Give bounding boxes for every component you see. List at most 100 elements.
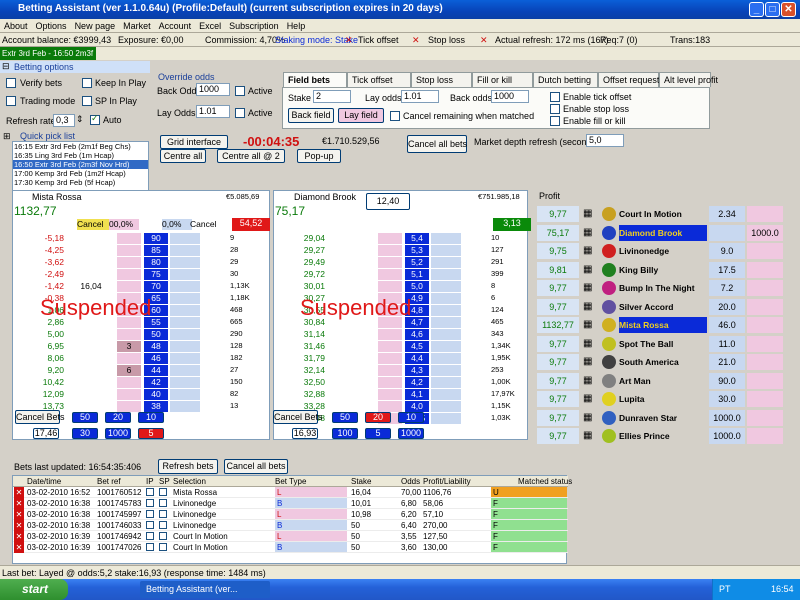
cancel-all-bets-button[interactable]: Cancel all bets <box>224 459 288 474</box>
close-icon[interactable]: ✕ <box>345 35 353 46</box>
ladder-cancel-lay[interactable]: Cancel <box>190 219 230 230</box>
quick-stake-left[interactable]: 5 <box>138 428 164 439</box>
ladder-lay-cell[interactable] <box>378 365 402 376</box>
cancel-bets-left-button[interactable]: Cancel Bets <box>15 410 65 424</box>
ladder-odds[interactable]: 4,4 <box>405 353 429 364</box>
ladder-odds[interactable]: 5,0 <box>405 281 429 292</box>
enable-fok-checkbox[interactable] <box>550 116 560 126</box>
runner-odds[interactable]: 21.0 <box>709 354 745 370</box>
spin-icon[interactable]: ⇕ <box>76 114 84 125</box>
refresh-rate-input[interactable]: 0,3 <box>53 114 75 127</box>
runner-lay-odds[interactable] <box>747 354 783 370</box>
ladder-odds[interactable]: 90 <box>144 233 168 244</box>
ladder-lay-cell[interactable] <box>117 281 141 292</box>
quick-stake-left[interactable]: 20 <box>105 412 131 423</box>
delete-icon[interactable]: ✕ <box>14 542 24 553</box>
ladder-odds[interactable]: 80 <box>144 257 168 268</box>
ladder-lay-cell[interactable] <box>117 269 141 280</box>
tab-2[interactable]: Stop loss <box>411 72 472 87</box>
collapse-icon[interactable]: ⊟ <box>2 61 10 72</box>
ladder-back-queue[interactable] <box>170 257 200 268</box>
delete-icon[interactable]: ✕ <box>14 520 24 531</box>
ladder-back-queue[interactable] <box>170 317 200 328</box>
sp-checkbox[interactable] <box>159 532 167 540</box>
sp-checkbox[interactable] <box>159 543 167 551</box>
ip-checkbox[interactable] <box>146 532 154 540</box>
ladder-odds[interactable]: 4,1 <box>405 389 429 400</box>
keep-in-play-checkbox[interactable] <box>82 78 92 88</box>
chart-icon[interactable]: ▦ <box>583 373 592 389</box>
chart-icon[interactable]: ▦ <box>583 299 592 315</box>
delete-icon[interactable]: ✕ <box>14 509 24 520</box>
chart-icon[interactable]: ▦ <box>583 354 592 370</box>
grid-header-cell[interactable]: Stake <box>351 476 371 487</box>
ladder-back-cell[interactable] <box>67 329 115 340</box>
runner-lay-odds[interactable] <box>747 280 783 296</box>
menu-item[interactable]: New page <box>71 19 120 33</box>
ladder-lay-cell[interactable] <box>378 257 402 268</box>
runner-name[interactable]: Ellies Prince <box>619 428 707 444</box>
sp-checkbox[interactable] <box>159 510 167 518</box>
enable-tick-checkbox[interactable] <box>550 92 560 102</box>
quick-stake-right[interactable]: 10 <box>398 412 424 423</box>
refresh-bets-button[interactable]: Refresh bets <box>158 459 218 474</box>
ladder-back-queue[interactable] <box>431 245 461 256</box>
ip-checkbox[interactable] <box>146 488 154 496</box>
runner-odds[interactable]: 11.0 <box>709 335 745 352</box>
grid-header-cell[interactable]: Bet Type <box>275 476 306 487</box>
field-stake-input[interactable]: 2 <box>313 90 351 103</box>
lay-active-checkbox[interactable] <box>235 108 245 118</box>
ladder-back-cell[interactable] <box>328 389 376 400</box>
runner-odds[interactable]: 9.0 <box>709 243 745 259</box>
ladder-back-cell[interactable] <box>328 341 376 352</box>
ladder-back-queue[interactable] <box>431 353 461 364</box>
race-tab[interactable]: Extr 3rd Feb - 16:50 2m3f N... <box>0 47 96 60</box>
centre-all-2-button[interactable]: Centre all @ 2 <box>217 149 285 163</box>
ladder-back-cell[interactable] <box>67 377 115 388</box>
chart-icon[interactable]: ▦ <box>583 317 592 333</box>
maximize-button[interactable]: □ <box>765 2 780 17</box>
cancel-all-bets-top-button[interactable]: Cancel all bets <box>407 135 467 153</box>
ladder-header-pct2[interactable]: 0,0% <box>162 219 192 230</box>
market-depth-input[interactable]: 5,0 <box>586 134 624 147</box>
ladder-back-cell[interactable] <box>67 365 115 376</box>
close-icon[interactable]: ✕ <box>480 35 488 46</box>
back-field-button[interactable]: Back field <box>288 108 334 123</box>
ladder-lay-cell[interactable] <box>117 233 141 244</box>
ladder-lay-cell[interactable] <box>117 389 141 400</box>
centre-all-button[interactable]: Centre all <box>160 149 206 163</box>
quick-stake-right[interactable]: 5 <box>365 428 391 439</box>
sp-checkbox[interactable] <box>159 488 167 496</box>
field-back-odds-input[interactable]: 1000 <box>491 90 529 103</box>
ladder-odds[interactable]: 4,0 <box>405 401 429 412</box>
grid-header-cell[interactable]: Matched status <box>518 476 572 487</box>
grid-header-cell[interactable]: Bet ref <box>97 476 121 487</box>
expand-icon[interactable]: ⊞ <box>3 131 11 142</box>
ladder-back-cell[interactable] <box>328 269 376 280</box>
ladder-lay-cell[interactable] <box>378 377 402 388</box>
ladder-odds[interactable]: 75 <box>144 269 168 280</box>
ladder-back-queue[interactable] <box>431 305 461 316</box>
ladder-back-cell[interactable] <box>328 329 376 340</box>
table-row[interactable]: ✕ 03-02-2010 16:39 1001747026 Court In Moti… <box>13 542 568 553</box>
close-button[interactable]: ✕ <box>781 2 796 17</box>
menu-item[interactable]: Excel <box>195 19 225 33</box>
ladder-odds[interactable]: 38 <box>144 401 168 412</box>
ladder-odds[interactable]: 70 <box>144 281 168 292</box>
menu-item[interactable]: Subscription <box>225 19 283 33</box>
ladder-odds[interactable]: 5,1 <box>405 269 429 280</box>
chart-icon[interactable]: ▦ <box>583 336 592 352</box>
minimize-button[interactable]: _ <box>749 2 764 17</box>
ladder-back-cell[interactable] <box>328 233 376 244</box>
quick-stake-right[interactable]: 100 <box>332 428 358 439</box>
ladder-header-pct1[interactable]: 00,0% <box>109 219 139 230</box>
runner-name[interactable]: Silver Accord <box>619 299 707 315</box>
quick-pick-item[interactable]: 17:00 Kemp 3rd Feb (1m2f Hcap) <box>13 169 148 178</box>
ladder-back-queue[interactable] <box>170 401 200 412</box>
ladder-odds[interactable]: 46 <box>144 353 168 364</box>
tab-5[interactable]: Offset requests <box>598 72 664 87</box>
runner-odds[interactable]: 17.5 <box>709 261 745 278</box>
runner-name[interactable]: King Billy <box>619 262 707 278</box>
ladder-lay-cell[interactable] <box>378 269 402 280</box>
ladder-back-cell[interactable] <box>328 377 376 388</box>
